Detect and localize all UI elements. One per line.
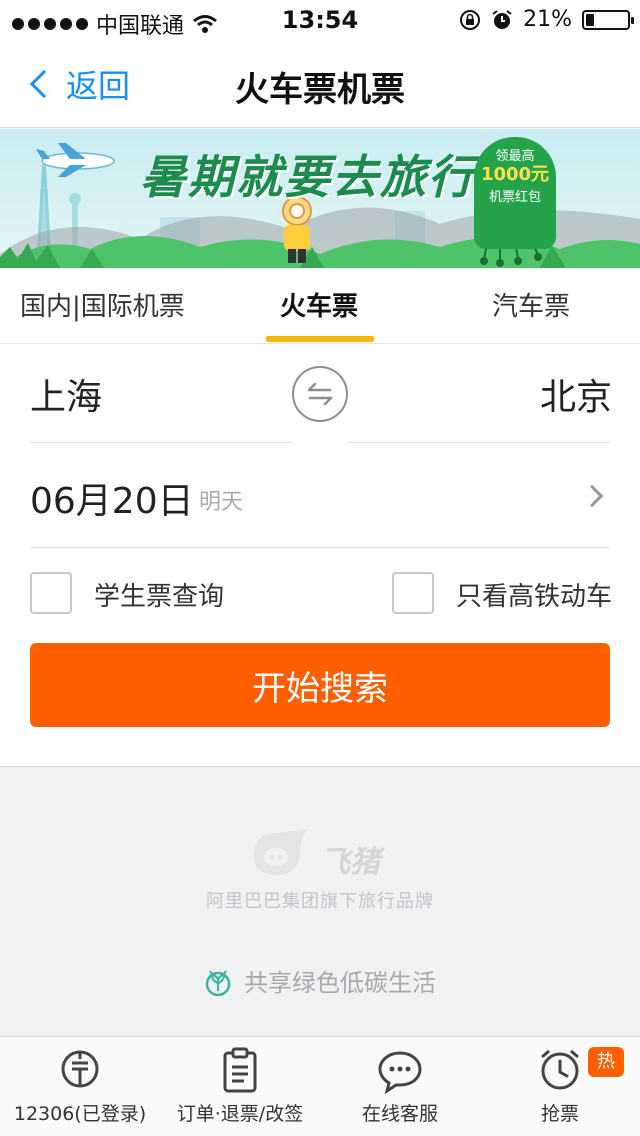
battery-fill [586,13,594,26]
chat-bubble-icon [378,1051,422,1095]
nav-label-orders: 订单·退票/改签 [176,1103,304,1125]
brand-name: 飞猪 [320,845,380,880]
date-hint: 明天 [199,490,244,515]
nav-label-12306: 12306(已登录) [13,1103,147,1125]
promo-banner[interactable]: 暑期就要去旅行 领最高 1000元 机票红包 [0,129,640,268]
navigation-bar: 返回 火车票机票 [0,40,640,128]
swap-arrows-icon [307,382,333,406]
brand-tagline: 阿里巴巴集团旗下旅行品牌 [206,891,434,912]
tab-bus[interactable]: 汽车票 [492,286,570,323]
clipboard-icon [223,1047,257,1093]
page-title: 火车票机票 [235,70,405,110]
status-bar: 中国联通 13:54 21% [0,0,640,40]
alarm-clock-icon [541,1049,579,1090]
arrival-city[interactable]: 北京 [540,368,612,420]
badge-top-text: 领最高 [495,149,535,164]
battery-percent: 21% [523,7,572,32]
train-icon [61,1050,99,1088]
banner-headline: 暑期就要去旅行 [140,150,476,204]
student-ticket-checkbox[interactable] [30,572,72,614]
leaf-sprout-icon [205,969,231,996]
search-button[interactable]: 开始搜索 [30,643,610,727]
hot-badge: 热 [588,1047,624,1077]
nav-label-support: 在线客服 [361,1103,438,1125]
nav-label-grab-tickets: 抢票 [540,1103,579,1125]
alarm-icon [492,9,512,29]
nav-item-support[interactable]: 在线客服 [320,1045,480,1126]
ticket-type-tabs: 国内|国际机票 火车票 汽车票 [0,268,640,344]
divider [348,442,610,443]
tab-train[interactable]: 火车票 [280,286,358,323]
badge-amount: 1000元 [480,164,550,185]
battery-icon [582,9,634,30]
nav-item-12306[interactable]: 12306(已登录) [0,1045,160,1126]
red-packet-badge: 领最高 1000元 机票红包 [474,137,556,249]
green-slogan-text: 共享绿色低碳生活 [244,969,436,997]
bottom-navigation: 12306(已登录) 订单·退票/改签 在线客服 抢票 [0,1036,640,1136]
badge-bottom-text: 机票红包 [488,190,541,205]
highspeed-only-checkbox[interactable] [392,572,434,614]
divider [30,547,610,548]
fliggy-pig-logo-icon [254,829,308,875]
departure-date[interactable]: 06月20日 [30,472,194,524]
swap-cities-button[interactable] [292,366,348,422]
departure-city[interactable]: 上海 [30,368,102,420]
footer-brand-area: 飞猪 阿里巴巴集团旗下旅行品牌 共享绿色低碳生活 [0,766,640,1036]
rotation-lock-icon [460,9,481,30]
divider [30,442,292,443]
green-slogan: 共享绿色低碳生活 [202,963,436,998]
student-ticket-label[interactable]: 学生票查询 [94,576,224,613]
airplane-icon [36,143,115,177]
chevron-right-icon[interactable] [580,484,604,508]
active-tab-indicator [266,336,374,342]
tab-flights[interactable]: 国内|国际机票 [20,286,185,323]
highspeed-only-label[interactable]: 只看高铁动车 [456,576,612,613]
status-right: 21% [459,7,634,32]
nav-item-orders[interactable]: 订单·退票/改签 [160,1045,320,1126]
